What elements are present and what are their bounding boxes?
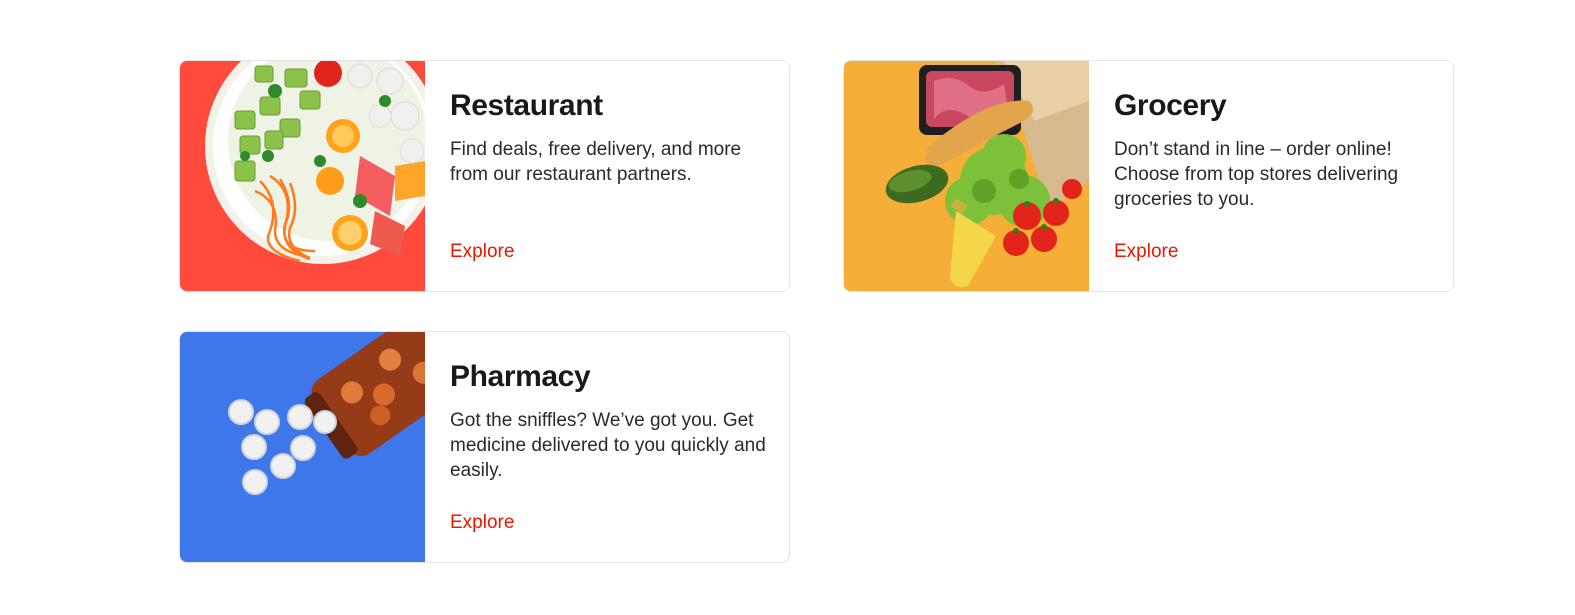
card-description: Got the sniffles? We’ve got you. Get med… xyxy=(450,410,766,481)
card-description: Don’t stand in line – order online! Choo… xyxy=(1114,139,1399,210)
grocery-card[interactable]: Grocery Don’t stand in line – order onli… xyxy=(843,60,1454,292)
card-title: Pharmacy xyxy=(450,360,591,393)
card-title: Restaurant xyxy=(450,89,603,122)
restaurant-food-bowl-image xyxy=(180,61,425,291)
pharmacy-explore-link[interactable]: Explore xyxy=(450,512,514,534)
restaurant-explore-link[interactable]: Explore xyxy=(450,241,514,263)
pharmacy-card[interactable]: Pharmacy Got the sniffles? We’ve got you… xyxy=(179,331,790,563)
pharmacy-pills-image xyxy=(180,332,425,562)
card-description: Find deals, free delivery, and more from… xyxy=(450,139,742,185)
grocery-explore-link[interactable]: Explore xyxy=(1114,241,1178,263)
grocery-bag-image xyxy=(844,61,1089,291)
card-title: Grocery xyxy=(1114,89,1227,122)
restaurant-card[interactable]: Restaurant Find deals, free delivery, an… xyxy=(179,60,790,292)
